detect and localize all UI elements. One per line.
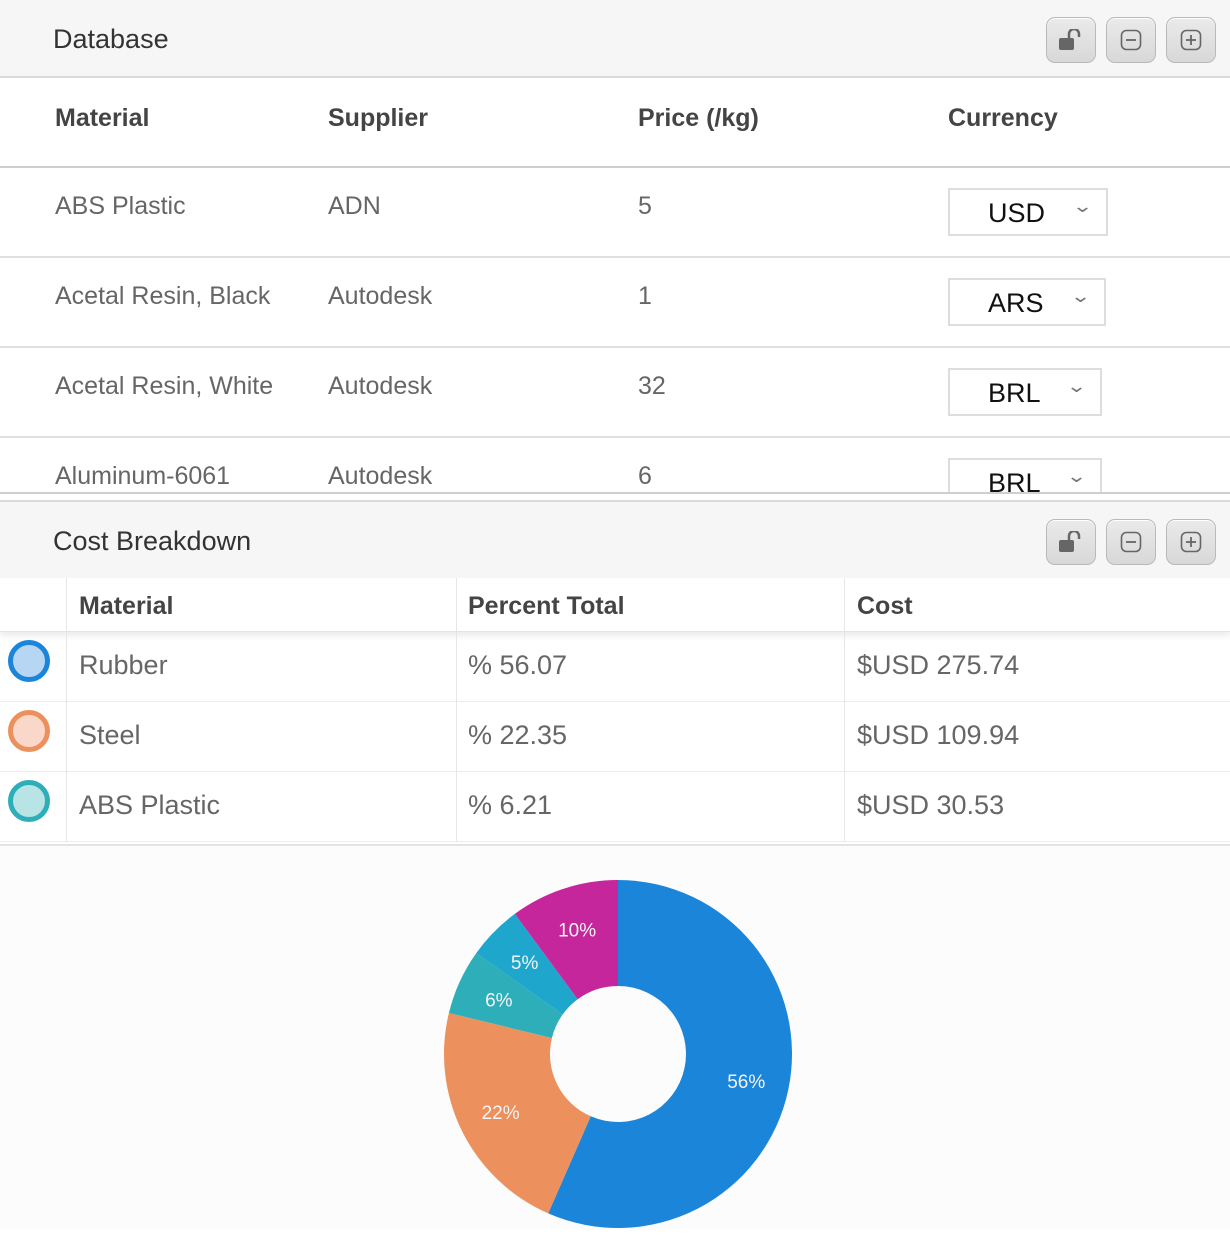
cost-chart-area: 56% 22% 6% 5% 10% [0,844,1230,1230]
price-cell: 32 [638,372,666,400]
maximize-icon [1180,29,1202,51]
slice-label: 10% [558,921,596,942]
supplier-cell: Autodesk [328,282,433,310]
price-cell: 1 [638,282,652,310]
table-row[interactable]: ABS Plastic % 6.21 $USD 30.53 [0,772,1230,842]
column-header-cost[interactable]: Cost [857,592,913,621]
currency-value: USD [988,198,1046,228]
currency-value: BRL [988,378,1041,408]
divider [0,492,1230,494]
unlock-icon [1059,531,1081,552]
column-header-percent[interactable]: Percent Total [468,592,625,621]
percent-cell: % 6.21 [468,790,553,820]
cost-breakdown-panel-header: Cost Breakdown [0,500,1230,580]
material-cell: Rubber [79,650,168,680]
material-cell: ABS Plastic [79,790,221,820]
currency-select[interactable]: ARS ⌄ [948,278,1106,326]
table-row[interactable]: Acetal Resin, Black Autodesk 1 ARS ⌄ [0,258,1230,348]
minimize-button[interactable] [1106,17,1156,63]
supplier-cell: Autodesk [328,462,433,490]
color-swatch [8,640,50,682]
column-header-currency[interactable]: Currency [948,104,1058,133]
material-cell: Acetal Resin, Black [55,282,271,310]
table-row[interactable]: Acetal Resin, White Autodesk 32 BRL ⌄ [0,348,1230,438]
database-panel-title: Database [53,24,169,54]
maximize-button[interactable] [1166,519,1216,565]
cost-breakdown-table: Material Percent Total Cost Rubber % 56.… [0,578,1230,844]
unlock-button[interactable] [1046,17,1096,63]
currency-select[interactable]: USD ⌄ [948,188,1108,236]
unlock-button[interactable] [1046,519,1096,565]
database-table: Material Supplier Price (/kg) Currency A… [0,78,1230,494]
material-cell: Acetal Resin, White [55,372,274,400]
currency-value: ARS [988,288,1044,318]
table-row[interactable]: Rubber % 56.07 $USD 275.74 [0,632,1230,702]
column-header-material[interactable]: Material [79,592,173,621]
column-header-material[interactable]: Material [55,104,149,133]
chevron-down-icon: ⌄ [1069,286,1092,306]
chevron-down-icon: ⌄ [1065,376,1088,396]
material-cell: Aluminum-6061 [55,462,231,490]
color-swatch [8,710,50,752]
table-row[interactable]: Aluminum-6061 Autodesk 6 BRL ⌄ [0,438,1230,494]
table-row[interactable]: Steel % 22.35 $USD 109.94 [0,702,1230,772]
currency-select[interactable]: BRL ⌄ [948,458,1102,494]
minimize-icon [1120,531,1142,553]
cost-breakdown-panel-title: Cost Breakdown [53,526,252,556]
column-divider [66,578,67,842]
cost-cell: $USD 109.94 [857,720,1020,750]
chevron-down-icon: ⌄ [1071,196,1094,216]
column-header-supplier[interactable]: Supplier [328,104,428,133]
percent-cell: % 22.35 [468,720,568,750]
cost-cell: $USD 275.74 [857,650,1020,680]
slice-label: 56% [727,1072,765,1093]
slice-label: 6% [485,991,513,1012]
column-divider [456,578,457,842]
color-swatch [8,780,50,822]
maximize-icon [1180,531,1202,553]
cost-cell: $USD 30.53 [857,790,1005,820]
material-cell: ABS Plastic [55,192,186,220]
cost-breakdown-table-header: Material Percent Total Cost [0,578,1230,632]
currency-value: BRL [988,468,1041,494]
supplier-cell: Autodesk [328,372,433,400]
database-table-header: Material Supplier Price (/kg) Currency [0,78,1230,168]
price-cell: 5 [638,192,652,220]
column-header-price[interactable]: Price (/kg) [638,104,759,133]
table-row[interactable]: ABS Plastic ADN 5 USD ⌄ [0,168,1230,258]
slice-label: 22% [482,1103,520,1124]
minimize-button[interactable] [1106,519,1156,565]
maximize-button[interactable] [1166,17,1216,63]
database-panel-header: Database [0,0,1230,78]
material-cell: Steel [79,720,141,750]
currency-select[interactable]: BRL ⌄ [948,368,1102,416]
percent-cell: % 56.07 [468,650,568,680]
minimize-icon [1120,29,1142,51]
cost-donut-chart: 56% 22% 6% 5% 10% [444,880,792,1228]
chevron-down-icon: ⌄ [1065,466,1088,486]
column-divider [844,578,845,842]
unlock-icon [1059,29,1081,50]
slice-label: 5% [511,953,539,974]
price-cell: 6 [638,462,652,490]
supplier-cell: ADN [328,192,381,220]
